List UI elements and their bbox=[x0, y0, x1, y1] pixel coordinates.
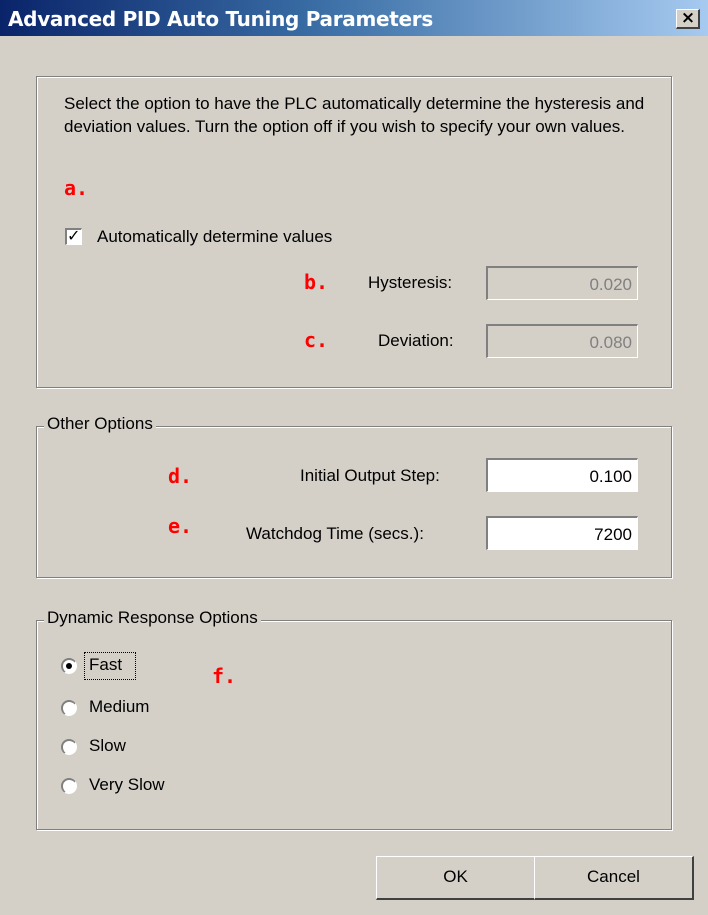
initial-step-field[interactable]: 0.100 bbox=[486, 458, 638, 492]
close-icon: × bbox=[680, 8, 696, 28]
close-button[interactable]: × bbox=[676, 8, 700, 29]
dialog-window: Advanced PID Auto Tuning Parameters × Se… bbox=[0, 0, 708, 915]
hysteresis-field[interactable]: 0.020 bbox=[486, 266, 638, 300]
checkmark-icon: ✓ bbox=[67, 226, 81, 245]
other-options-group bbox=[36, 426, 672, 578]
initial-step-label: Initial Output Step: bbox=[300, 466, 440, 485]
marker-a: a. bbox=[64, 176, 89, 200]
radio-slow-label[interactable]: Slow bbox=[89, 736, 126, 756]
title-bar[interactable]: Advanced PID Auto Tuning Parameters × bbox=[0, 0, 708, 36]
radio-slow[interactable] bbox=[61, 739, 77, 755]
window-title: Advanced PID Auto Tuning Parameters bbox=[8, 7, 433, 31]
cancel-button[interactable]: Cancel bbox=[534, 856, 694, 900]
deviation-field[interactable]: 0.080 bbox=[486, 324, 638, 358]
deviation-label: Deviation: bbox=[378, 331, 454, 350]
radio-medium-label[interactable]: Medium bbox=[89, 697, 149, 717]
radio-medium[interactable] bbox=[61, 700, 77, 716]
marker-b: b. bbox=[304, 270, 329, 294]
marker-f: f. bbox=[212, 664, 237, 688]
watchdog-field[interactable]: 7200 bbox=[486, 516, 638, 550]
radio-very-slow-label[interactable]: Very Slow bbox=[89, 775, 165, 795]
ok-button[interactable]: OK bbox=[376, 856, 536, 900]
auto-description: Select the option to have the PLC automa… bbox=[64, 94, 645, 136]
other-options-legend: Other Options bbox=[44, 414, 156, 434]
radio-very-slow[interactable] bbox=[61, 778, 77, 794]
radio-fast-label[interactable]: Fast bbox=[89, 655, 122, 675]
marker-c: c. bbox=[304, 328, 329, 352]
marker-d: d. bbox=[168, 464, 193, 488]
radio-fast[interactable] bbox=[61, 658, 77, 674]
hysteresis-label: Hysteresis: bbox=[368, 273, 453, 292]
auto-determine-checkbox[interactable]: ✓ bbox=[65, 226, 82, 245]
auto-determine-label[interactable]: Automatically determine values bbox=[97, 227, 332, 247]
dynamic-response-legend: Dynamic Response Options bbox=[44, 608, 261, 628]
watchdog-label: Watchdog Time (secs.): bbox=[246, 524, 424, 543]
marker-e: e. bbox=[168, 514, 193, 538]
radio-dot-icon bbox=[66, 663, 72, 669]
